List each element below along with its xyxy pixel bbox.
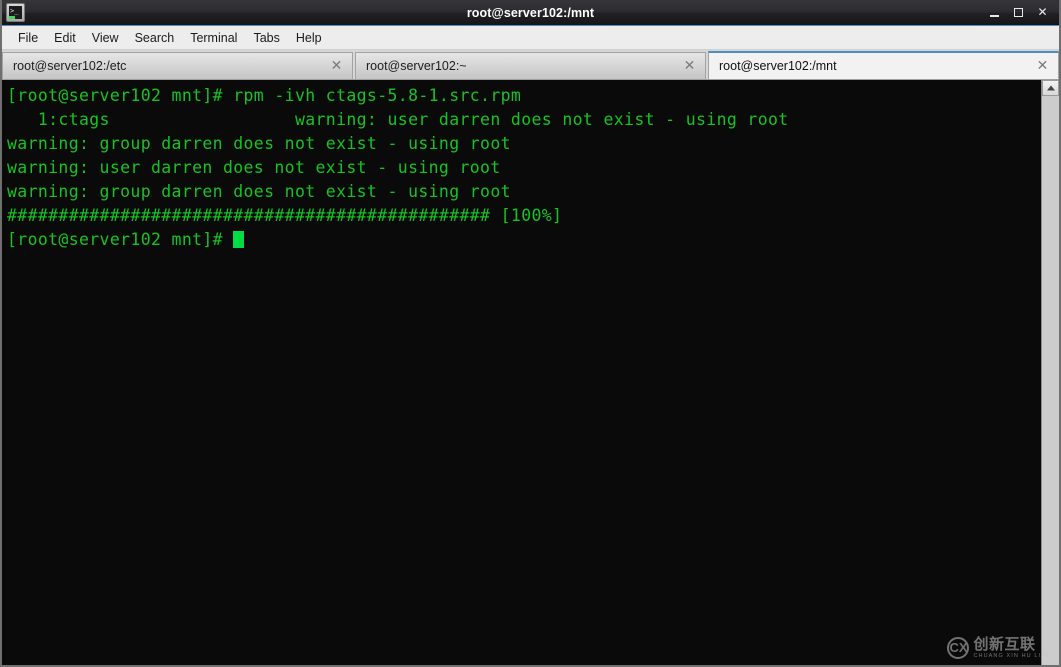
maximize-button[interactable] xyxy=(1012,6,1025,19)
terminal-icon xyxy=(6,3,25,22)
tab-home[interactable]: root@server102:~ ✕ xyxy=(355,52,706,79)
minimize-button[interactable] xyxy=(988,6,1001,19)
menu-item-edit[interactable]: Edit xyxy=(46,29,84,47)
menu-item-tabs[interactable]: Tabs xyxy=(245,29,287,47)
close-button[interactable]: ✕ xyxy=(1036,6,1049,19)
terminal-line: 1:ctags warning: user darren does not ex… xyxy=(7,110,789,129)
tab-label: root@server102:/mnt xyxy=(719,59,837,73)
menu-item-terminal[interactable]: Terminal xyxy=(182,29,245,47)
terminal-output[interactable]: [root@server102 mnt]# rpm -ivh ctags-5.8… xyxy=(2,80,1041,665)
menu-item-view[interactable]: View xyxy=(84,29,127,47)
scroll-up-arrow-icon[interactable] xyxy=(1042,80,1059,96)
terminal-line: warning: group darren does not exist - u… xyxy=(7,182,511,201)
terminal-line: [root@server102 mnt]# rpm -ivh ctags-5.8… xyxy=(7,86,522,105)
tab-mnt[interactable]: root@server102:/mnt ✕ xyxy=(708,51,1059,79)
terminal-line: warning: group darren does not exist - u… xyxy=(7,134,511,153)
tab-label: root@server102:/etc xyxy=(13,59,127,73)
title-bar: root@server102:/mnt ✕ xyxy=(2,0,1059,26)
scrollbar-track[interactable] xyxy=(1042,96,1059,665)
window-controls: ✕ xyxy=(988,6,1053,19)
terminal-scrollbar[interactable] xyxy=(1041,80,1059,665)
window-title: root@server102:/mnt xyxy=(466,5,595,20)
tab-close-icon[interactable]: ✕ xyxy=(1035,59,1050,74)
menu-item-file[interactable]: File xyxy=(10,29,46,47)
text-cursor xyxy=(233,231,245,248)
tab-close-icon[interactable]: ✕ xyxy=(329,59,344,74)
menu-item-help[interactable]: Help xyxy=(288,29,330,47)
tab-label: root@server102:~ xyxy=(366,59,467,73)
terminal-body: [root@server102 mnt]# rpm -ivh ctags-5.8… xyxy=(2,80,1059,665)
terminal-prompt-line: [root@server102 mnt]# xyxy=(7,228,1041,252)
tab-bar: root@server102:/etc ✕ root@server102:~ ✕… xyxy=(2,50,1059,80)
terminal-line: warning: user darren does not exist - us… xyxy=(7,158,501,177)
terminal-line: ########################################… xyxy=(7,206,563,225)
menu-item-search[interactable]: Search xyxy=(127,29,183,47)
terminal-window: root@server102:/mnt ✕ File Edit View Sea… xyxy=(0,0,1061,667)
tab-close-icon[interactable]: ✕ xyxy=(682,59,697,74)
menu-bar: File Edit View Search Terminal Tabs Help xyxy=(2,26,1059,50)
prompt-text: [root@server102 mnt]# xyxy=(7,230,234,249)
tab-etc[interactable]: root@server102:/etc ✕ xyxy=(2,52,353,79)
